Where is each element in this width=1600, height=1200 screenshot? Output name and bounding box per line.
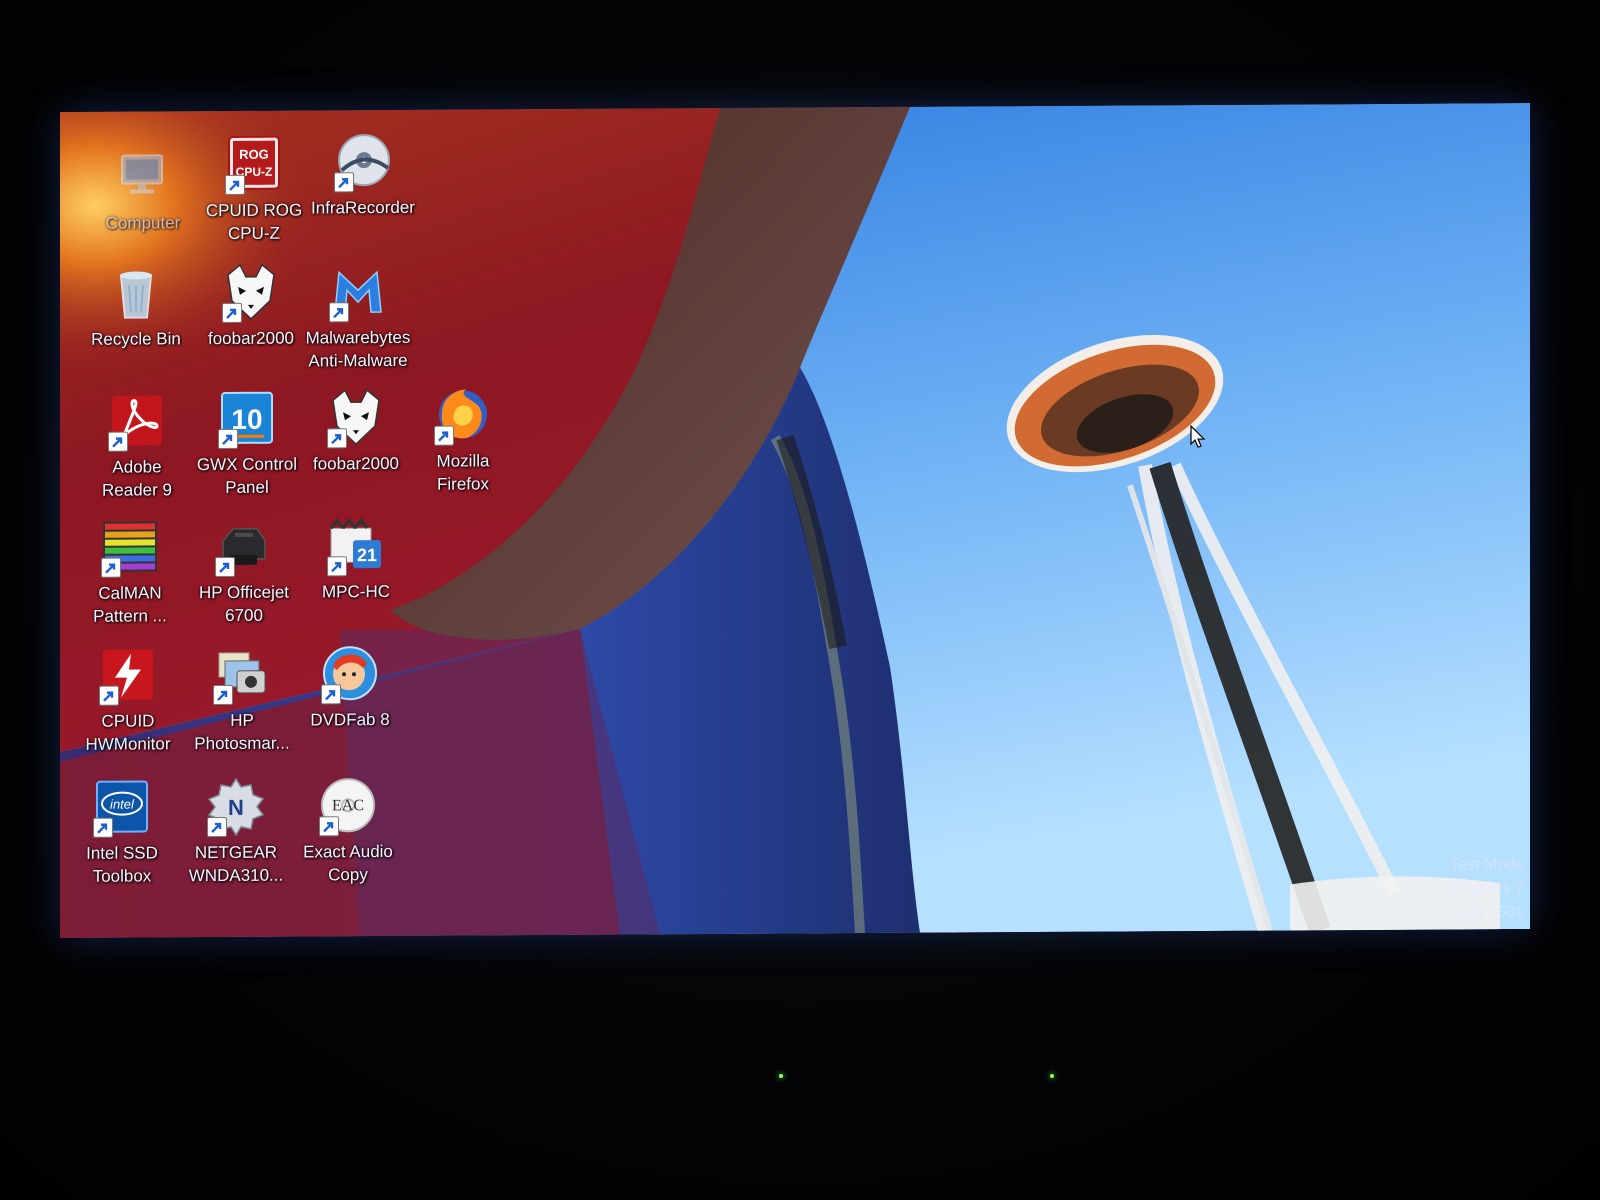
desktop-icon-infrarecorder[interactable]: InfraRecorder (305, 130, 421, 257)
monitor-led-left (779, 1074, 783, 1078)
svg-text:21: 21 (357, 545, 377, 565)
desktop-icon-hp-officejet[interactable]: HP Officejet 6700 (186, 515, 302, 642)
desktop-icon-adobe-reader[interactable]: Adobe Reader 9 (79, 389, 195, 516)
disc-icon (332, 130, 394, 193)
desktop-icon-label: Malwarebytes Anti-Malware (305, 327, 411, 371)
foobar-icon (220, 261, 282, 324)
foobar-icon (325, 386, 387, 449)
malwarebytes-icon (327, 260, 389, 323)
desktop-icon-netgear[interactable]: N NETGEAR WNDA310... (178, 775, 294, 902)
svg-text:N: N (228, 795, 244, 820)
watermark-line-build: Build 7601 (1448, 904, 1524, 922)
svg-text:ROG: ROG (239, 147, 269, 162)
desktop-icon-dvdfab[interactable]: DVDFab 8 (292, 642, 408, 769)
shortcut-arrow-icon (99, 685, 119, 706)
photosmart-icon (211, 643, 273, 706)
shortcut-arrow-icon (207, 816, 227, 838)
desktop-icon-gwx-control-panel[interactable]: 10 GWX Control Panel (189, 387, 305, 514)
desktop-icon-label: Recycle Bin (91, 329, 181, 349)
desktop-icon-cpuz[interactable]: ROG CPU-Z CPUID ROG CPU-Z (196, 132, 312, 259)
desktop-icon-label: HP Officejet 6700 (198, 582, 290, 625)
cpuz-icon: ROG CPU-Z (223, 133, 285, 195)
shortcut-arrow-icon (222, 302, 242, 324)
intel-icon: intel (91, 775, 153, 838)
gwx-icon: 10 (216, 387, 278, 450)
svg-text:EAC: EAC (332, 797, 364, 814)
desktop-icon-intel-ssd-toolbox[interactable]: intel Intel SSD Toolbox (64, 775, 180, 902)
hwmonitor-icon (97, 643, 159, 706)
desktop-icon-calman[interactable]: CalMAN Pattern ... (72, 515, 188, 642)
computer-icon (112, 145, 174, 207)
desktop-icon-label: MPC-HC (322, 581, 390, 602)
desktop-icon-label: CalMAN Pattern ... (93, 583, 167, 626)
shortcut-arrow-icon (215, 556, 235, 578)
shortcut-arrow-icon (108, 431, 128, 452)
desktop-icon-recycle-bin[interactable]: Recycle Bin (78, 261, 194, 388)
monitor-led-right (1050, 1074, 1054, 1078)
desktop-icon-label: CPUID HWMonitor (85, 711, 171, 754)
desktop-icon-exact-audio-copy[interactable]: EAC Exact Audio Copy (290, 774, 406, 901)
desktop-icon-malwarebytes[interactable]: Malwarebytes Anti-Malware (300, 260, 416, 387)
eac-icon: EAC (317, 774, 379, 837)
shortcut-arrow-icon (334, 172, 354, 193)
shortcut-arrow-icon (327, 428, 347, 449)
desktop-icon-grid: Computer ROG CPU-Z CPUID ROG CPU-Z InfraR… (60, 103, 1530, 938)
desktop-icon-label: Exact Audio Copy (303, 841, 393, 885)
desktop-icon-cpuid-hwmonitor[interactable]: CPUID HWMonitor (70, 643, 186, 770)
recycle-bin-icon (105, 261, 167, 323)
shortcut-arrow-icon (327, 556, 347, 577)
desktop-icon-hp-photosmart[interactable]: HP Photosmar... (184, 643, 300, 770)
desktop-icon-foobar2000[interactable]: foobar2000 (193, 260, 309, 387)
desktop-icon-label: NETGEAR WNDA310... (188, 842, 284, 886)
watermark-line-windows: Windows 7 (1445, 880, 1524, 898)
shortcut-arrow-icon (213, 684, 233, 706)
shortcut-arrow-icon (218, 428, 238, 450)
shortcut-arrow-icon (321, 684, 341, 705)
desktop-icon-label: Intel SSD Toolbox (86, 843, 158, 886)
desktop-icon-mpc-hc[interactable]: 21 MPC-HC (298, 514, 414, 641)
desktop-icon-label: DVDFab 8 (310, 709, 390, 730)
monitor-bezel: Computer ROG CPU-Z CPUID ROG CPU-Z InfraR… (0, 0, 1600, 1200)
desktop-icon-mozilla-firefox[interactable]: Mozilla Firefox (405, 383, 521, 510)
calman-icon (99, 515, 161, 578)
desktop-icon-label: Mozilla Firefox (436, 451, 490, 494)
adobe-reader-icon (106, 389, 168, 452)
netgear-icon: N (205, 775, 267, 838)
mpc-hc-icon: 21 (325, 514, 387, 577)
desktop-icon-computer[interactable]: Computer (85, 145, 201, 272)
desktop-icon-foobar2000-2[interactable]: foobar2000 (298, 386, 414, 513)
svg-text:intel: intel (110, 797, 135, 812)
shortcut-arrow-icon (434, 425, 454, 446)
dvdfab-icon (319, 642, 381, 705)
desktop-screen[interactable]: Computer ROG CPU-Z CPUID ROG CPU-Z InfraR… (60, 103, 1530, 938)
desktop-icon-label: InfraRecorder (311, 197, 415, 218)
shortcut-arrow-icon (101, 557, 121, 578)
shortcut-arrow-icon (93, 817, 113, 838)
watermark-line-test-mode: Test Mode (1450, 856, 1524, 874)
shortcut-arrow-icon (225, 174, 245, 195)
shortcut-arrow-icon (329, 302, 349, 323)
test-mode-watermark: Test Mode Windows 7 Build 7601 (1446, 853, 1524, 925)
firefox-icon (432, 383, 494, 446)
shortcut-arrow-icon (319, 816, 339, 837)
printer-icon (213, 515, 275, 578)
mouse-pointer-icon (1190, 424, 1206, 448)
